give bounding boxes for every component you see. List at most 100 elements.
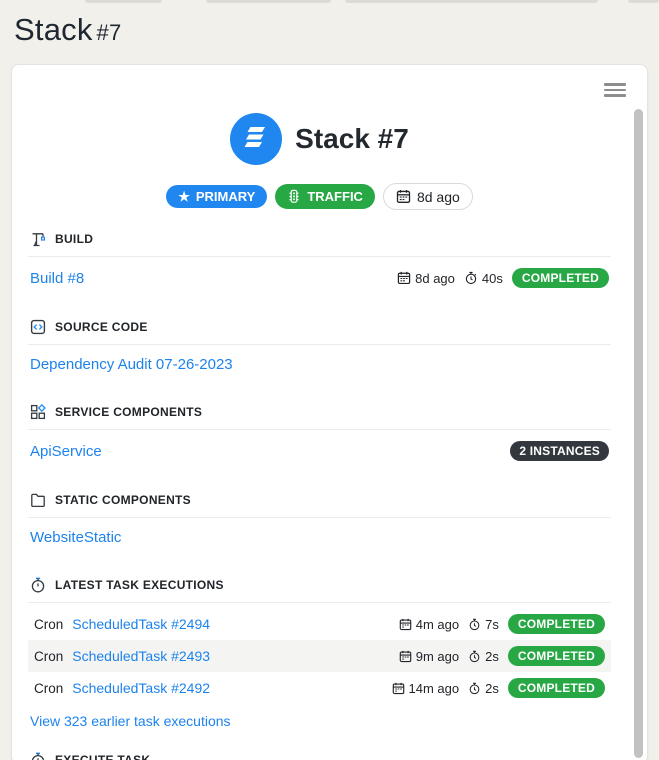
star-icon: ★ bbox=[178, 189, 190, 204]
stack-card-title: Stack #7 bbox=[295, 123, 409, 154]
top-cutoff-button bbox=[85, 0, 162, 3]
build-age: 8d ago bbox=[397, 271, 455, 286]
static-component-row: WebsiteStatic bbox=[28, 518, 611, 556]
task-duration-label: 2s bbox=[485, 648, 499, 664]
top-cutoff-button bbox=[206, 0, 331, 3]
source-code-row: Dependency Audit 07-26-2023 bbox=[28, 345, 611, 383]
static-components-heading: STATIC COMPONENTS bbox=[28, 484, 611, 518]
service-components-heading-label: SERVICE COMPONENTS bbox=[55, 405, 203, 419]
page-title-number: #7 bbox=[96, 20, 122, 45]
task-duration: 2s bbox=[468, 681, 499, 696]
static-components-heading-label: STATIC COMPONENTS bbox=[55, 493, 191, 507]
build-heading: BUILD bbox=[28, 223, 611, 257]
execute-task-heading: EXECUTE TASK bbox=[28, 744, 611, 760]
source-code-heading-label: SOURCE CODE bbox=[55, 320, 148, 334]
task-duration: 2s bbox=[468, 649, 499, 664]
source-code-link[interactable]: Dependency Audit 07-26-2023 bbox=[30, 356, 233, 373]
build-meta: 8d ago 40s COMPLETED bbox=[397, 268, 609, 288]
task-link[interactable]: ScheduledTask #2494 bbox=[72, 616, 210, 632]
scrollbar-track[interactable] bbox=[634, 109, 643, 758]
hamburger-icon bbox=[604, 83, 626, 86]
task-age: 9m ago bbox=[399, 649, 459, 664]
task-link[interactable]: ScheduledTask #2493 bbox=[72, 648, 210, 664]
age-badge: 8d ago bbox=[382, 183, 473, 210]
code-box-icon bbox=[30, 319, 46, 335]
task-age: 14m ago bbox=[392, 680, 460, 696]
card-content: Stack #7 ★ PRIMARY TRAFFIC 8d ago BUILD … bbox=[12, 65, 647, 760]
task-age-label: 14m ago bbox=[408, 680, 460, 696]
task-row: Cron ScheduledTask #2493 9m ago 2s COMPL… bbox=[28, 640, 611, 672]
task-status-badge: COMPLETED bbox=[507, 614, 605, 634]
calendar-icon bbox=[397, 271, 411, 285]
build-age-label: 8d ago bbox=[415, 270, 455, 286]
task-row: Cron ScheduledTask #2492 14m ago 2s COMP… bbox=[28, 672, 611, 704]
task-type: Cron bbox=[34, 616, 64, 632]
service-components-heading: SERVICE COMPONENTS bbox=[28, 396, 611, 430]
task-duration: 7s bbox=[468, 617, 499, 632]
traffic-light-icon bbox=[289, 189, 299, 203]
task-meta: 4m ago 7s COMPLETED bbox=[399, 614, 605, 634]
stopwatch-icon bbox=[465, 271, 477, 285]
stack-card: Stack #7 ★ PRIMARY TRAFFIC 8d ago BUILD … bbox=[11, 64, 648, 760]
instances-badge: 2 INSTANCES bbox=[510, 441, 609, 461]
task-age: 4m ago bbox=[399, 617, 459, 632]
section-static-components: STATIC COMPONENTS WebsiteStatic bbox=[28, 484, 611, 556]
calendar-icon bbox=[392, 682, 404, 694]
execute-task-heading-label: EXECUTE TASK bbox=[55, 753, 151, 760]
traffic-badge-label: TRAFFIC bbox=[307, 189, 363, 204]
build-heading-label: BUILD bbox=[55, 232, 94, 246]
task-type: Cron bbox=[34, 680, 64, 696]
scrollbar-thumb[interactable] bbox=[634, 109, 643, 758]
build-status-badge: COMPLETED bbox=[511, 268, 609, 288]
task-executions-heading: LATEST TASK EXECUTIONS bbox=[28, 569, 611, 603]
task-meta: 14m ago 2s COMPLETED bbox=[392, 678, 605, 698]
page-title-text: Stack bbox=[14, 12, 93, 47]
build-link[interactable]: Build #8 bbox=[30, 270, 84, 287]
build-duration: 40s bbox=[464, 271, 503, 286]
top-cutoff-button bbox=[345, 0, 598, 3]
top-cutoff-button bbox=[628, 0, 659, 3]
section-service-components: SERVICE COMPONENTS ApiService 2 INSTANCE… bbox=[28, 396, 611, 471]
view-earlier-tasks-link[interactable]: View 323 earlier task executions bbox=[30, 713, 231, 729]
api-service-link[interactable]: ApiService bbox=[30, 443, 102, 460]
primary-badge: ★ PRIMARY bbox=[166, 185, 268, 208]
stopwatch-icon bbox=[31, 752, 45, 760]
website-static-link[interactable]: WebsiteStatic bbox=[30, 529, 121, 546]
build-duration-label: 40s bbox=[481, 270, 503, 286]
task-age-label: 4m ago bbox=[415, 616, 460, 632]
age-badge-label: 8d ago bbox=[416, 188, 460, 205]
components-icon bbox=[30, 404, 46, 420]
task-age-label: 9m ago bbox=[415, 648, 460, 664]
stack-logo-icon bbox=[230, 113, 283, 165]
hamburger-icon bbox=[604, 88, 626, 92]
stopwatch-icon bbox=[31, 577, 45, 593]
primary-badge-label: PRIMARY bbox=[195, 189, 256, 204]
section-build: BUILD Build #8 8d ago 40s COMPLETED bbox=[28, 223, 611, 298]
task-row: Cron ScheduledTask #2494 4m ago 7s COMPL… bbox=[28, 608, 611, 640]
task-duration-label: 7s bbox=[485, 616, 499, 632]
stopwatch-icon bbox=[469, 650, 480, 662]
stopwatch-icon bbox=[469, 618, 480, 630]
service-component-row: ApiService 2 INSTANCES bbox=[28, 430, 611, 471]
task-status-badge: COMPLETED bbox=[507, 646, 605, 666]
badge-row: ★ PRIMARY TRAFFIC 8d ago bbox=[28, 183, 611, 210]
card-menu-button[interactable] bbox=[604, 80, 626, 100]
task-type: Cron bbox=[34, 648, 64, 664]
build-row: Build #8 8d ago 40s COMPLETED bbox=[28, 257, 611, 298]
task-status-badge: COMPLETED bbox=[507, 678, 605, 698]
hamburger-icon bbox=[604, 94, 626, 97]
stopwatch-icon bbox=[469, 682, 480, 694]
section-task-executions: LATEST TASK EXECUTIONS Cron ScheduledTas… bbox=[28, 569, 611, 731]
calendar-icon bbox=[399, 618, 412, 630]
traffic-badge: TRAFFIC bbox=[275, 184, 375, 209]
task-executions-heading-label: LATEST TASK EXECUTIONS bbox=[55, 578, 224, 592]
section-source-code: SOURCE CODE Dependency Audit 07-26-2023 bbox=[28, 311, 611, 383]
calendar-icon bbox=[396, 189, 411, 203]
source-code-heading: SOURCE CODE bbox=[28, 311, 611, 345]
page-title: Stack #7 bbox=[0, 0, 659, 58]
task-link[interactable]: ScheduledTask #2492 bbox=[72, 680, 210, 696]
calendar-icon bbox=[399, 650, 412, 662]
crane-icon bbox=[32, 233, 46, 247]
stack-header: Stack #7 bbox=[28, 113, 611, 165]
task-duration-label: 2s bbox=[485, 680, 499, 696]
